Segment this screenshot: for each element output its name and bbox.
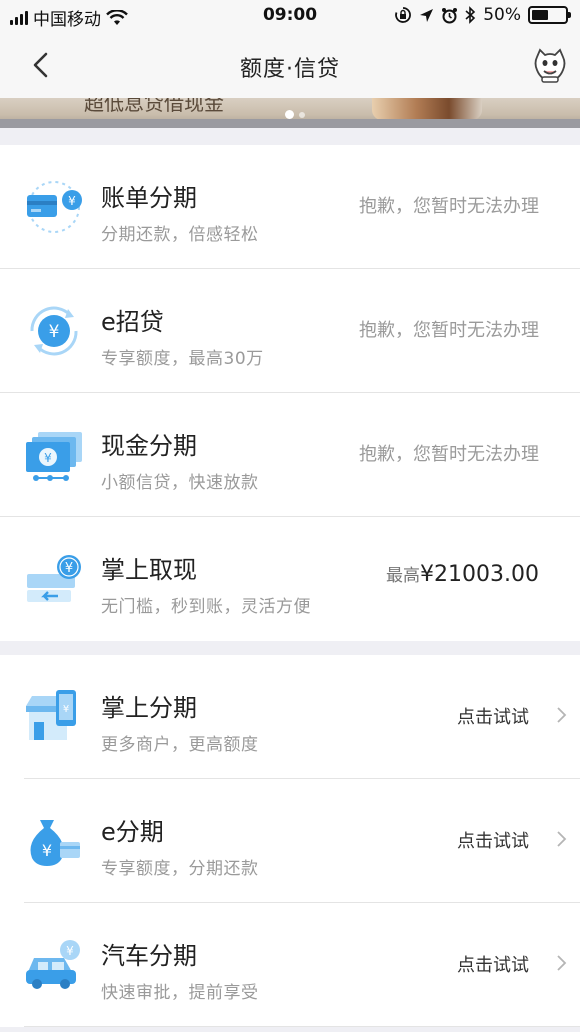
loan-status: 抱歉，您暂时无法办理 [359,444,539,465]
installment-item-mobile[interactable]: ¥ 掌上分期 更多商户，更高额度 点击试试 [0,655,580,779]
mascot-avatar-icon[interactable] [532,48,568,84]
svg-text:¥: ¥ [66,944,74,958]
installment-desc: 专享额度，分期还款 [101,859,259,879]
banner-indicator-active [285,110,294,119]
money-bag-icon: ¥ [30,820,80,866]
loan-status: 抱歉，您暂时无法办理 [359,320,539,341]
installment-name: e分期 [101,818,164,846]
page-title: 额度·信贷 [240,57,340,82]
installment-desc: 快速审批，提前享受 [101,983,259,1003]
chevron-right-icon [557,955,567,971]
loan-section: ¥ 账单分期 分期还款，倍感轻松 抱歉，您暂时无法办理 ¥ e招贷 专享额度，最… [0,145,580,641]
svg-text:¥: ¥ [42,841,52,860]
cash-withdraw-icon: ¥ [27,555,81,602]
chevron-right-icon [557,831,567,847]
loan-name: 现金分期 [101,432,197,460]
loan-name: e招贷 [101,308,164,336]
banner-road [0,119,580,128]
location-icon [420,8,434,22]
loan-status: 抱歉，您暂时无法办理 [359,196,539,217]
store-phone-icon: ¥ [26,690,76,740]
svg-text:¥: ¥ [44,451,52,465]
svg-text:¥: ¥ [68,194,76,208]
car-icon: ¥ [26,940,80,989]
svg-text:¥: ¥ [65,561,73,576]
status-bar: 中国移动 09:00 50% [0,0,580,32]
loan-desc: 小额信贷，快速放款 [101,473,259,493]
promo-banner[interactable]: 超低息贷借现金 [0,98,580,128]
loan-item-cash-withdraw[interactable]: ¥ 掌上取现 无门槛，秒到账，灵活方便 最高¥21003.00 [0,517,580,641]
divider [24,1026,580,1027]
cash-notes-icon: ¥ [26,432,82,481]
loan-desc: 专享额度，最高30万 [101,349,264,369]
svg-text:¥: ¥ [49,322,60,342]
battery-fill [532,10,548,20]
battery-icon [528,6,571,24]
try-button[interactable]: 点击试试 [457,827,529,853]
installment-item-e[interactable]: ¥ e分期 专享额度，分期还款 点击试试 [0,779,580,903]
cash-amount: 最高¥21003.00 [386,561,539,587]
installment-item-car[interactable]: ¥ 汽车分期 快速审批，提前享受 点击试试 [0,903,580,1027]
chevron-right-icon [557,707,567,723]
cash-amount-prefix: 最高 [386,566,421,586]
svg-text:¥: ¥ [63,704,69,715]
loan-item-cash-installment[interactable]: ¥ 现金分期 小额信贷，快速放款 抱歉，您暂时无法办理 [0,393,580,517]
installment-name: 汽车分期 [101,942,197,970]
battery-percent: 50% [483,5,521,25]
cash-amount-value: ¥21003.00 [420,562,539,587]
try-button[interactable]: 点击试试 [457,703,529,729]
yuan-cycle-icon: ¥ [30,306,78,356]
loan-item-e-loan[interactable]: ¥ e招贷 专享额度，最高30万 抱歉，您暂时无法办理 [0,269,580,393]
banner-illustration [372,98,482,120]
nav-bar: 额度·信贷 [0,32,580,98]
loan-item-bill-installment[interactable]: ¥ 账单分期 分期还款，倍感轻松 抱歉，您暂时无法办理 [0,145,580,269]
try-button[interactable]: 点击试试 [457,951,529,977]
installment-section: ¥ 掌上分期 更多商户，更高额度 点击试试 ¥ e分期 专享额度，分期还款 点击… [0,655,580,1027]
bill-card-icon: ¥ [27,181,82,233]
rotation-lock-icon [395,7,412,23]
loan-name: 账单分期 [101,184,197,212]
installment-name: 掌上分期 [101,694,197,722]
bluetooth-icon [465,6,476,24]
banner-text: 超低息贷借现金 [84,98,224,115]
installment-desc: 更多商户，更高额度 [101,735,259,755]
cash-desc: 无门槛，秒到账，灵活方便 [101,597,311,617]
status-right: 50% [394,5,571,25]
alarm-icon [442,7,458,23]
cash-name: 掌上取现 [101,556,197,584]
banner-indicator [299,112,305,118]
loan-desc: 分期还款，倍感轻松 [101,225,259,245]
